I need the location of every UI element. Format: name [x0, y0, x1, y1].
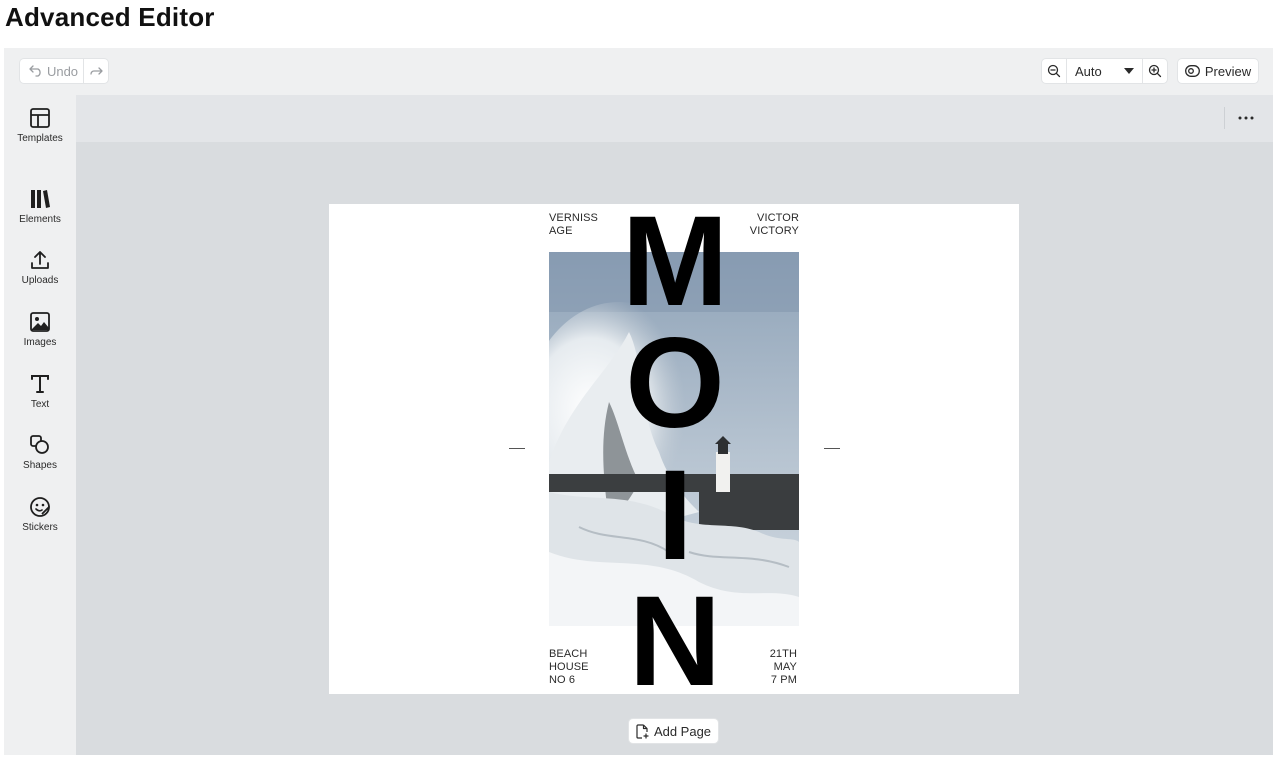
preview-button[interactable]: Preview: [1178, 59, 1258, 83]
poster-text-line: 7 PM: [770, 674, 797, 686]
poster-text-line: NO 6: [549, 674, 576, 686]
poster-letter-i[interactable]: I: [613, 452, 737, 580]
sidebar-item-images[interactable]: Images: [4, 311, 76, 348]
poster-letter-n[interactable]: N: [613, 578, 737, 706]
eye-icon: [1184, 65, 1200, 77]
text-icon: [31, 375, 49, 393]
zoom-value: Auto: [1075, 63, 1102, 79]
add-page-button[interactable]: Add Page: [629, 719, 718, 743]
preview-label: Preview: [1204, 63, 1252, 79]
poster-text-line: MAY: [773, 661, 797, 673]
add-page-label: Add Page: [653, 723, 712, 739]
sidebar-item-uploads[interactable]: Uploads: [4, 249, 76, 286]
zoom-out-icon: [1047, 64, 1061, 78]
top-toolbar: Undo Auto Preview: [4, 48, 1273, 95]
caret-down-icon: [1124, 68, 1134, 74]
sidebar-item-label: Elements: [19, 214, 61, 225]
poster-text-line: AGE: [549, 225, 573, 237]
redo-button[interactable]: [84, 59, 108, 83]
history-group: Undo: [20, 59, 108, 83]
tool-sidebar: Templates Elements Uploads Images Text S…: [4, 95, 76, 755]
poster-letter-o[interactable]: O: [613, 320, 737, 448]
more-options-button[interactable]: [1234, 107, 1258, 129]
zoom-in-icon: [1148, 64, 1162, 78]
poster-text-line: VERNISS: [549, 212, 598, 224]
poster-bottom-right-text[interactable]: 21TH MAY 7 PM: [770, 648, 797, 687]
sticker-icon: [30, 497, 50, 517]
undo-label: Undo: [46, 63, 79, 79]
zoom-in-button[interactable]: [1143, 59, 1167, 83]
sidebar-item-label: Shapes: [23, 460, 57, 471]
poster-top-right-text[interactable]: VICTOR VICTORY: [750, 212, 799, 238]
upload-icon: [31, 251, 49, 269]
poster-right-dash: [824, 448, 840, 449]
poster-text-line: VICTOR: [757, 212, 799, 224]
design-page[interactable]: VERNISS AGE VICTOR VICTORY BEACH HOUSE N…: [329, 198, 1019, 706]
toolbar-divider: [1224, 107, 1225, 129]
sidebar-item-stickers[interactable]: Stickers: [4, 496, 76, 533]
more-icon: [1238, 116, 1254, 120]
sidebar-item-elements[interactable]: Elements: [4, 188, 76, 225]
shapes-icon: [30, 435, 49, 454]
undo-button[interactable]: Undo: [20, 59, 84, 83]
image-icon: [30, 312, 50, 332]
poster-letter-m[interactable]: M: [613, 198, 737, 326]
sidebar-item-label: Stickers: [22, 522, 58, 533]
poster-text-line: VICTORY: [749, 225, 799, 237]
add-page-icon: [636, 723, 649, 739]
sidebar-item-label: Text: [30, 399, 50, 410]
poster-text-line: HOUSE: [549, 661, 589, 673]
context-toolbar: [76, 95, 1273, 142]
sidebar-item-label: Uploads: [21, 275, 59, 286]
library-icon: [31, 190, 50, 208]
undo-icon: [29, 65, 41, 77]
layout-icon: [30, 108, 50, 128]
poster-text-line: 21TH: [769, 648, 797, 660]
poster-top-left-text[interactable]: VERNISS AGE: [549, 212, 598, 238]
zoom-out-button[interactable]: [1042, 59, 1067, 83]
poster-left-dash: [509, 448, 525, 449]
sidebar-item-text[interactable]: Text: [4, 373, 76, 410]
zoom-group: Auto: [1042, 59, 1167, 83]
poster-text-line: BEACH: [549, 648, 588, 660]
zoom-select[interactable]: Auto: [1067, 59, 1143, 83]
editor: Undo Auto Preview Templates Elements Upl…: [4, 48, 1273, 755]
poster-bottom-left-text[interactable]: BEACH HOUSE NO 6: [549, 648, 589, 687]
sidebar-item-label: Templates: [17, 133, 63, 144]
page-title: Advanced Editor: [5, 2, 215, 32]
redo-icon: [90, 67, 103, 75]
sidebar-item-label: Images: [23, 337, 57, 348]
sidebar-item-shapes[interactable]: Shapes: [4, 434, 76, 471]
sidebar-item-templates[interactable]: Templates: [4, 107, 76, 144]
